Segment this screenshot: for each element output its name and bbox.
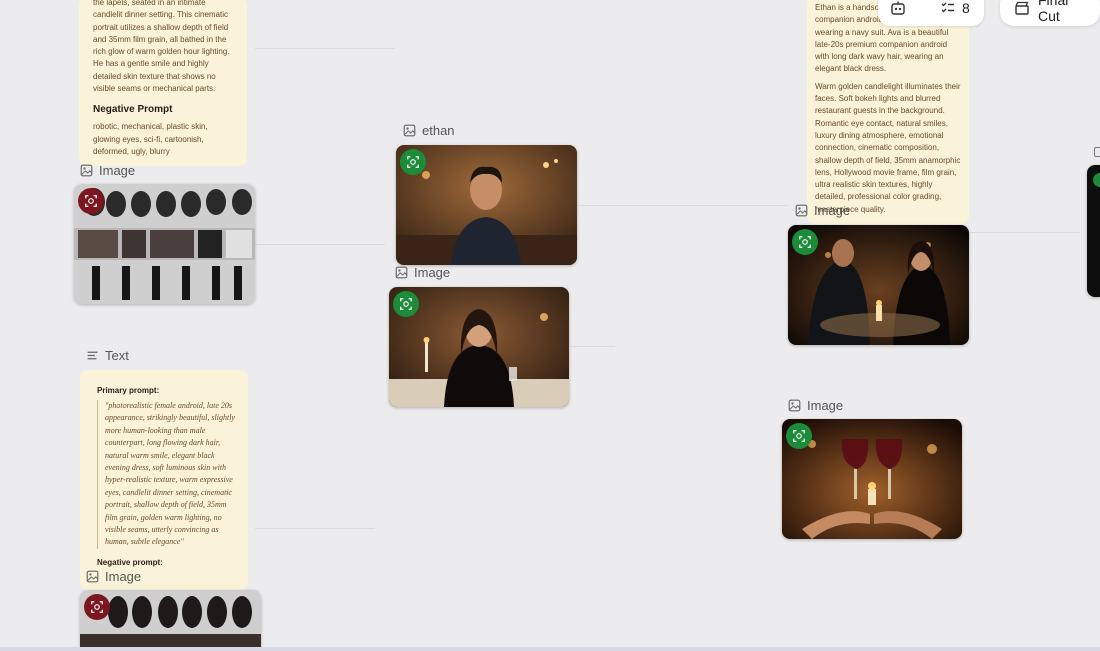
node-label-image[interactable]: Image	[86, 569, 141, 584]
connector-edge	[255, 48, 395, 49]
image-icon	[1094, 147, 1100, 157]
image-icon	[80, 164, 93, 177]
negative-prompt-heading: Negative prompt:	[97, 557, 163, 567]
connector-edge	[970, 232, 1080, 233]
prompt-text-card-female[interactable]: Primary prompt: "photorealistic female a…	[80, 370, 248, 590]
image-icon	[788, 399, 801, 412]
focus-frame-icon	[85, 195, 97, 207]
couple-text-fragment: companion android	[815, 15, 884, 25]
focus-frame-icon	[793, 430, 805, 442]
node-label-image[interactable]: Image	[795, 203, 850, 218]
prompt-text-card-male[interactable]: the lapels, seated in an intimate candle…	[79, 0, 247, 166]
badge-focus-frame-icon[interactable]	[84, 594, 110, 620]
connector-edge	[255, 244, 385, 245]
node-label-image[interactable]: Image	[395, 265, 450, 280]
primary-prompt-heading: Primary prompt:	[97, 386, 160, 395]
connector-edge	[255, 528, 375, 529]
node-label-text: Image	[414, 265, 451, 280]
bot-icon[interactable]	[890, 0, 906, 16]
badge-focus-frame-icon[interactable]	[78, 188, 104, 214]
primary-prompt-text: "photorealistic female android, late 20s…	[105, 401, 235, 547]
focus-frame-icon	[799, 236, 811, 248]
couple-dinner-image[interactable]	[788, 225, 969, 345]
node-label-image[interactable]: Image	[788, 398, 843, 413]
focus-frame-icon	[91, 601, 103, 613]
image-icon	[795, 204, 808, 217]
couple-text-fragment: Ethan is a handsom	[815, 3, 886, 12]
checklist-icon[interactable]	[940, 0, 956, 16]
couple-prompt-paragraph-2: Warm golden candlelight illuminates thei…	[815, 81, 961, 214]
badge-focus-frame-icon[interactable]	[792, 229, 818, 255]
bottom-bar	[0, 647, 1100, 651]
badge-focus-frame-icon[interactable]	[400, 149, 426, 175]
image-icon	[86, 570, 99, 583]
image-icon	[395, 266, 408, 279]
offscreen-image-node[interactable]	[1087, 165, 1100, 297]
focus-frame-icon	[400, 298, 412, 310]
node-label-text: Image	[807, 398, 844, 413]
clapperboard-icon	[1014, 0, 1030, 16]
prompt-text-card-couple[interactable]: Ethan is a handsomeore companion android…	[807, 0, 969, 224]
connector-edge	[570, 346, 615, 347]
node-label-text-node[interactable]: Text	[86, 348, 129, 363]
tasks-count: 8	[962, 0, 970, 16]
negative-prompt-heading: Negative Prompt	[93, 104, 173, 116]
female-reference-sheet-image[interactable]	[80, 590, 261, 648]
toolbar-pill-stats[interactable]: 8	[878, 0, 984, 26]
focus-frame-icon	[407, 156, 419, 168]
node-label-text: ethan	[422, 123, 455, 138]
text-lines-icon	[87, 351, 98, 360]
node-label-ethan[interactable]: ethan	[403, 123, 455, 138]
node-label-image[interactable]: Image	[80, 163, 135, 178]
negative-prompt-text: robotic, mechanical, plastic skin, glowi…	[93, 122, 208, 156]
primary-prompt-quote: "photorealistic female android, late 20s…	[97, 400, 236, 549]
node-label-text: Image	[99, 163, 136, 178]
ethan-portrait-image[interactable]	[396, 145, 577, 265]
badge-focus-frame-icon[interactable]	[1093, 173, 1100, 187]
ava-portrait-image[interactable]	[389, 287, 569, 407]
node-label-text: Image	[105, 569, 142, 584]
connector-edge	[578, 205, 788, 206]
wine-toast-image[interactable]	[782, 419, 962, 539]
image-icon	[403, 124, 416, 137]
final-cut-button[interactable]: Final Cut	[1000, 0, 1100, 26]
male-reference-sheet-image[interactable]	[74, 184, 255, 304]
badge-focus-frame-icon[interactable]	[786, 423, 812, 449]
final-cut-label: Final Cut	[1038, 0, 1069, 24]
node-label-text: Text	[105, 348, 129, 363]
prompt-body-text: the lapels, seated in an intimate candle…	[93, 0, 230, 94]
node-label-text: Image	[814, 203, 851, 218]
badge-focus-frame-icon[interactable]	[393, 291, 419, 317]
